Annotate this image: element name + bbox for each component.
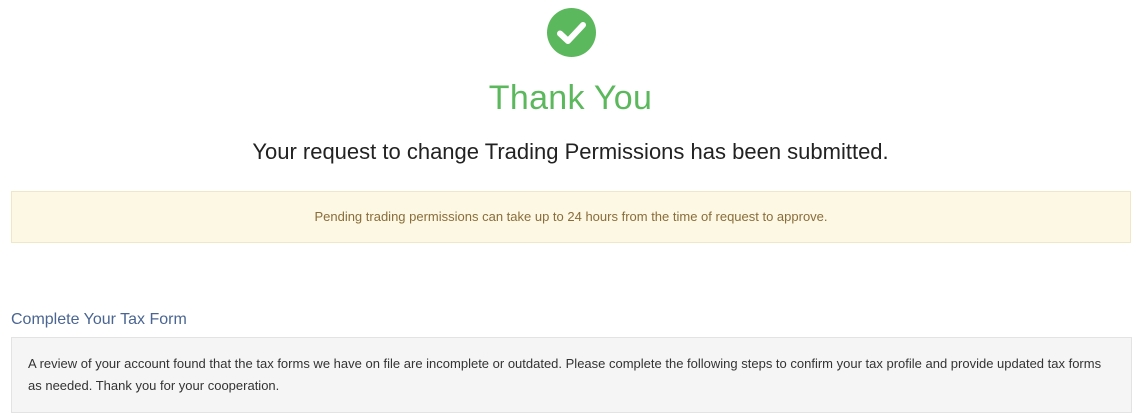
confirmation-message: Your request to change Trading Permissio…	[252, 139, 889, 164]
tax-form-panel: A review of your account found that the …	[11, 337, 1132, 413]
pending-notice-text: Pending trading permissions can take up …	[314, 209, 828, 224]
tax-form-heading: Complete Your Tax Form	[11, 311, 187, 328]
tax-form-description: A review of your account found that the …	[28, 356, 1102, 393]
check-circle-icon	[547, 8, 596, 57]
page-title: Thank You	[488, 79, 653, 117]
confirmation-page: Thank You Your request to change Trading…	[0, 0, 1141, 414]
pending-notice-alert: Pending trading permissions can take up …	[11, 191, 1131, 243]
